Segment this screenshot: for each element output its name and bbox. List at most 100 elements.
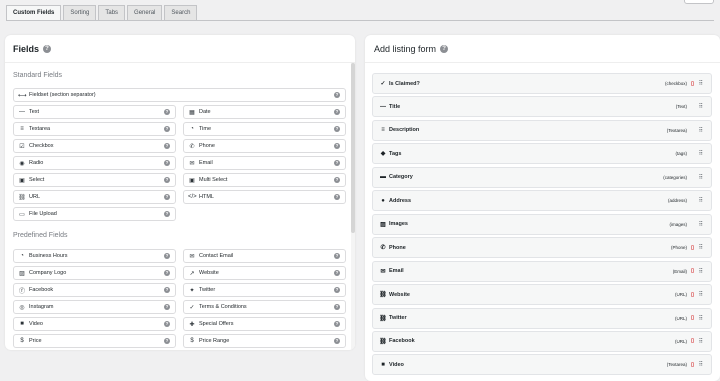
field-date[interactable]: ▦ Date? [183,105,346,119]
help-icon[interactable]: ? [43,45,52,53]
fields-scrollbar[interactable] [351,63,355,350]
drag-handle-icon[interactable]: ⠿ [699,361,704,368]
field-website[interactable]: ↗ Website? [183,266,346,280]
trash-icon[interactable]: ▯ [691,362,694,368]
field-select[interactable]: ▣ Select? [13,173,176,187]
drag-handle-icon[interactable]: ⠿ [699,338,704,345]
field-contact-email[interactable]: ✉ Contact Email? [183,249,346,263]
field-instagram[interactable]: ◎ Instagram? [13,300,176,314]
form-row-is-claimed-[interactable]: ✓ Is Claimed? (checkbox) ▯ ⠿ [372,73,712,94]
field-text[interactable]: — Text? [13,105,176,119]
help-icon[interactable]: ? [334,194,340,200]
field-phone[interactable]: ✆ Phone? [183,139,346,153]
help-icon[interactable]: ? [164,160,170,166]
help-icon[interactable]: ? [164,194,170,200]
tab-general[interactable]: General [127,5,163,20]
field-terms-conditions[interactable]: ✓ Terms & Conditions? [183,300,346,314]
drag-handle-icon[interactable]: ⠿ [699,80,704,87]
field-html[interactable]: </> HTML? [183,190,346,204]
drag-handle-icon[interactable]: ⠿ [699,103,704,110]
field-video[interactable]: ■ Video? [13,317,176,331]
form-row-video[interactable]: ■ Video (Textarea) ▯ ⠿ [372,354,712,376]
form-row-label: Category [389,174,413,181]
tab-search[interactable]: Search [164,5,198,20]
field-textarea[interactable]: ≡ Textarea? [13,122,176,136]
field-url[interactable]: ⛓ URL? [13,190,176,204]
tab-sorting[interactable]: Sorting [63,5,97,20]
field-radio[interactable]: ◉ Radio? [13,156,176,170]
field-twitter[interactable]: ✦ Twitter? [183,283,346,297]
field-company-logo[interactable]: ▨ Company Logo? [13,266,176,280]
help-icon[interactable]: ? [164,143,170,149]
help-icon[interactable]: ? [164,304,170,310]
field-file-upload[interactable]: ▭ File Upload? [13,207,176,221]
form-row-address[interactable]: ● Address (address) ⠿ [372,190,712,212]
help-icon[interactable]: ? [164,109,170,115]
drag-handle-icon[interactable]: ⠿ [699,291,704,298]
scrollbar-thumb[interactable] [351,63,355,233]
tab-custom-fields[interactable]: Custom Fields [6,5,62,20]
help-icon[interactable]: ? [334,160,340,166]
form-row-email[interactable]: ✉ Email (Email) ▯ ⠿ [372,260,712,282]
form-row-phone[interactable]: ✆ Phone (Phone) ▯ ⠿ [372,237,712,259]
field-label: Date [199,109,211,115]
form-row-category[interactable]: ▬ Category (categories) ⠿ [372,166,712,188]
help-icon[interactable]: ? [334,92,340,98]
help-icon[interactable]: ? [164,338,170,344]
help-icon[interactable]: ? [164,177,170,183]
help-icon[interactable]: ? [334,143,340,149]
help-icon[interactable]: ? [164,253,170,259]
help-icon[interactable]: ? [334,270,340,276]
help-icon[interactable]: ? [164,287,170,293]
help-icon[interactable]: ? [334,109,340,115]
drag-handle-icon[interactable]: ⠿ [699,150,704,157]
form-row-title[interactable]: — Title (Text) ⠿ [372,96,712,118]
trash-icon[interactable]: ▯ [691,268,694,274]
form-row-tags[interactable]: ◆ Tags (tags) ⠿ [372,143,712,165]
help-icon[interactable]: ? [164,211,170,217]
trash-icon[interactable]: ▯ [691,245,694,251]
field-price-range[interactable]: $ Price Range? [183,334,346,348]
trash-icon[interactable]: ▯ [691,292,694,298]
help-icon[interactable]: ? [164,270,170,276]
link-icon: ⛓ [379,315,387,322]
help-icon[interactable]: ? [334,253,340,259]
help-icon[interactable]: ? [334,321,340,327]
form-row-label: Description [389,127,420,134]
trash-icon[interactable]: ▯ [691,338,694,344]
trash-icon[interactable]: ▯ [691,315,694,321]
help-icon[interactable]: ? [334,287,340,293]
help-icon[interactable]: ? [164,126,170,132]
field-time[interactable]: ◔ Time? [183,122,346,136]
field-checkbox[interactable]: ☑ Checkbox? [13,139,176,153]
form-row-twitter[interactable]: ⛓ Twitter (URL) ▯ ⠿ [372,307,712,329]
field-email[interactable]: ✉ Email? [183,156,346,170]
field-fieldset[interactable]: ⟷ Fieldset (section separator) ? [13,88,346,102]
drag-handle-icon[interactable]: ⠿ [699,127,704,134]
form-row-description[interactable]: ≡ Description (Textarea) ⠿ [372,119,712,141]
form-row-facebook[interactable]: ⛓ Facebook (URL) ▯ ⠿ [372,330,712,352]
top-right-button[interactable] [684,0,714,4]
field-multi-select[interactable]: ▣ Multi Select? [183,173,346,187]
trash-icon[interactable]: ▯ [691,81,694,87]
help-icon[interactable]: ? [334,177,340,183]
drag-handle-icon[interactable]: ⠿ [699,221,704,228]
drag-handle-icon[interactable]: ⠿ [699,174,704,181]
field-facebook[interactable]: ⓕ Facebook? [13,283,176,297]
drag-handle-icon[interactable]: ⠿ [699,197,704,204]
help-icon[interactable]: ? [440,45,449,53]
drag-handle-icon[interactable]: ⠿ [699,315,704,322]
field-label: Email [199,160,213,166]
tab-tabs[interactable]: Tabs [98,5,126,20]
field-price[interactable]: $ Price? [13,334,176,348]
form-row-images[interactable]: ▨ Images (images) ⠿ [372,213,712,235]
help-icon[interactable]: ? [334,338,340,344]
form-row-website[interactable]: ⛓ Website (URL) ▯ ⠿ [372,284,712,306]
help-icon[interactable]: ? [334,126,340,132]
drag-handle-icon[interactable]: ⠿ [699,244,704,251]
field-business-hours[interactable]: ◔ Business Hours? [13,249,176,263]
drag-handle-icon[interactable]: ⠿ [699,268,704,275]
help-icon[interactable]: ? [164,321,170,327]
field-special-offers[interactable]: ✚ Special Offers? [183,317,346,331]
help-icon[interactable]: ? [334,304,340,310]
